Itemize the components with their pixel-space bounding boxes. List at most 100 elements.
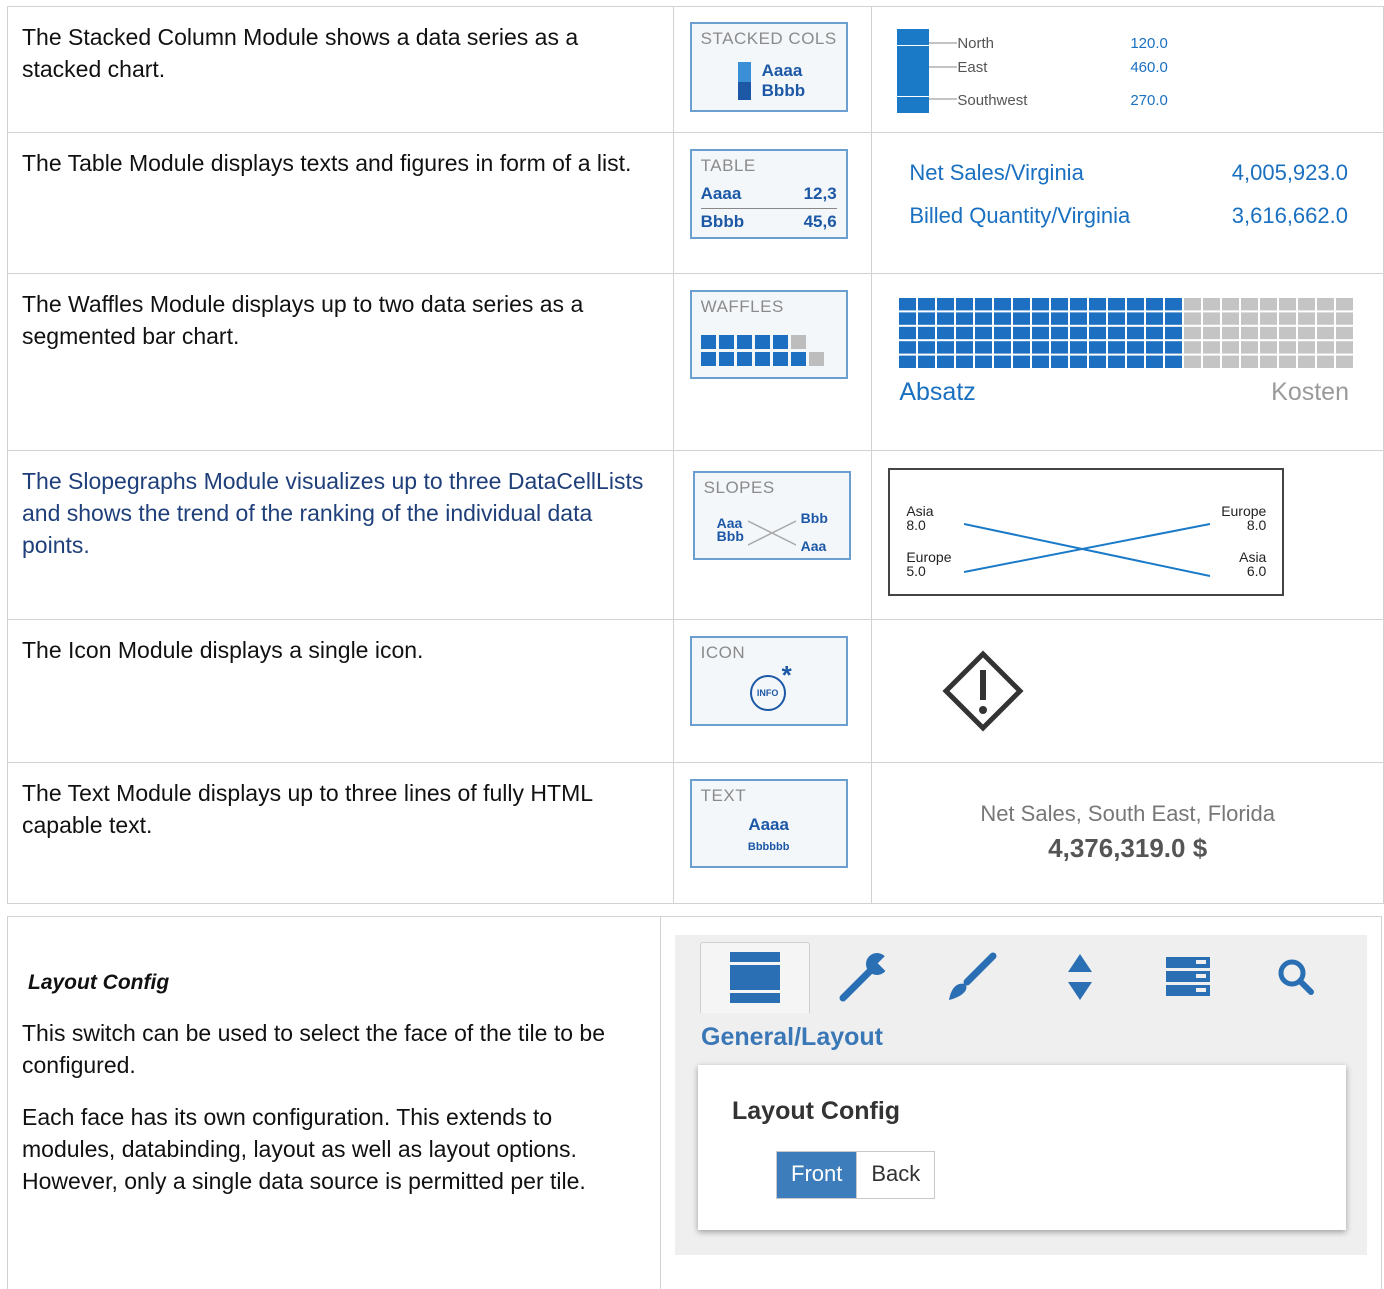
stack-value-east: 460.0	[1130, 59, 1168, 76]
waffle-cell	[1146, 298, 1164, 311]
front-button[interactable]: Front	[777, 1152, 857, 1198]
waffle-cell	[1222, 312, 1240, 325]
stack-value-southwest: 270.0	[1130, 92, 1168, 109]
waffle-cell	[1070, 298, 1088, 311]
waffle-cell	[1146, 312, 1164, 325]
waffle-cell	[1184, 298, 1202, 311]
mini-label: ICON	[700, 643, 746, 662]
waffle-cell	[1127, 312, 1145, 325]
mini-a: Aaaa	[700, 184, 742, 203]
desc-slopes[interactable]: The Slopegraphs Module visualizes up to …	[22, 465, 673, 561]
waffle-cell	[1051, 355, 1069, 368]
tab-list[interactable]	[1134, 942, 1242, 1012]
table-value-2: 3,616,662.0	[1231, 203, 1348, 228]
waffle-cell	[1051, 298, 1069, 311]
waffle-cell	[1222, 298, 1240, 311]
tab-brush[interactable]	[918, 942, 1026, 1012]
waffle-cell	[1298, 341, 1316, 354]
desc-stacked: The Stacked Column Module shows a data s…	[22, 24, 579, 82]
layout-config-card: Layout Config Front Back	[698, 1065, 1346, 1230]
brush-icon	[949, 952, 997, 1000]
text-line-1: Net Sales, South East, Florida	[980, 801, 1276, 826]
waffle-cell	[1013, 355, 1031, 368]
waffle-cell	[1184, 355, 1202, 368]
waffle-cell	[937, 312, 955, 325]
waffle-cell	[1108, 312, 1126, 325]
row-table: The Table Module displays texts and figu…	[7, 132, 1384, 274]
waffle-cell	[1298, 326, 1316, 340]
waffle-cell	[1070, 326, 1088, 340]
tab-sort[interactable]	[1026, 942, 1134, 1012]
mini-rb: Aaa	[800, 538, 827, 554]
waffle-cell	[1336, 298, 1354, 311]
waffle-cell	[975, 355, 993, 368]
waffle-cell	[956, 326, 974, 340]
slope-left-1-value: 8.0	[906, 517, 926, 533]
waffle-cell	[1146, 355, 1164, 368]
waffle-cell	[1051, 326, 1069, 340]
waffle-cell	[994, 355, 1012, 368]
mini-label: WAFFLES	[700, 297, 784, 316]
waffle-cell	[1108, 341, 1126, 354]
mini-waffles[interactable]: WAFFLES	[689, 290, 848, 379]
stack-value-north: 120.0	[1130, 35, 1168, 52]
tab-search[interactable]	[1242, 942, 1350, 1012]
waffle-cell	[1241, 312, 1259, 325]
card-title: Layout Config	[732, 1097, 901, 1125]
mini-waffle-grid	[700, 335, 824, 366]
waffle-cell	[1317, 355, 1335, 368]
slope-lines	[964, 523, 1211, 577]
desc-text: The Text Module displays up to three lin…	[22, 780, 593, 838]
back-button[interactable]: Back	[856, 1152, 935, 1198]
waffle-cell	[975, 312, 993, 325]
tab-general-layout[interactable]	[700, 942, 810, 1013]
waffle-cell	[1146, 341, 1164, 354]
stack-label-east: East	[957, 59, 988, 76]
waffle-cell	[1203, 312, 1221, 325]
waffle-cell	[899, 326, 917, 340]
waffle-cell	[918, 312, 936, 325]
mini-slopes[interactable]: SLOPES Aaa Bbb Bbb Aaa	[692, 471, 851, 560]
module-table: The Stacked Column Module shows a data s…	[7, 6, 1384, 904]
waffle-cell	[1032, 355, 1050, 368]
table-label-2: Billed Quantity/Virginia	[909, 203, 1131, 228]
mini-slope-lines	[747, 520, 796, 546]
waffle-cell	[975, 326, 993, 340]
mini-label: STACKED COLS	[700, 29, 837, 48]
slope-right-1-label: Europe	[1221, 503, 1267, 519]
waffle-cell	[1089, 298, 1107, 311]
waffle-cell	[1317, 298, 1335, 311]
waffle-cell	[1279, 312, 1297, 325]
mini-table[interactable]: TABLE Aaaa 12,3 Bbbb 45,6	[689, 149, 848, 239]
waffle-cell	[1013, 312, 1031, 325]
waffle-cell	[1108, 326, 1126, 340]
mini-stacked[interactable]: STACKED COLS Aaaa Bbbb	[689, 22, 848, 112]
config-panel: General/Layout Layout Config Front Back	[675, 935, 1367, 1255]
section-title: General/Layout	[701, 1023, 883, 1051]
mini-b: Bbbb	[700, 212, 745, 231]
waffle-cell	[1241, 326, 1259, 340]
waffle-cell	[1298, 298, 1316, 311]
layout-config-heading: Layout Config	[28, 971, 170, 994]
desc-icon: The Icon Module displays a single icon.	[22, 637, 424, 663]
waffle-cell	[899, 298, 917, 311]
mini-text[interactable]: TEXT Aaaa Bbbbbb	[689, 779, 848, 868]
waffle-cell	[1336, 355, 1354, 368]
waffle-cell	[1317, 341, 1335, 354]
waffle-cell	[1089, 341, 1107, 354]
waffle-cell	[1222, 326, 1240, 340]
waffle-cell	[1051, 312, 1069, 325]
waffle-cell	[1013, 341, 1031, 354]
waffle-cell	[1165, 355, 1183, 368]
waffle-cell	[956, 355, 974, 368]
search-icon	[1278, 959, 1314, 995]
desc-waffles: The Waffles Module displays up to two da…	[22, 291, 584, 349]
mini-icon[interactable]: ICON INFO *	[689, 636, 848, 726]
stack-leaders	[929, 42, 958, 100]
waffle-cell	[1108, 355, 1126, 368]
layout-config-para-1: This switch can be used to select the fa…	[22, 1020, 605, 1078]
waffle-cell	[1260, 341, 1278, 354]
mini-b: Bbbbbb	[747, 841, 790, 853]
tab-wrench[interactable]	[810, 942, 918, 1012]
slope-left-1-label: Asia	[906, 503, 934, 519]
